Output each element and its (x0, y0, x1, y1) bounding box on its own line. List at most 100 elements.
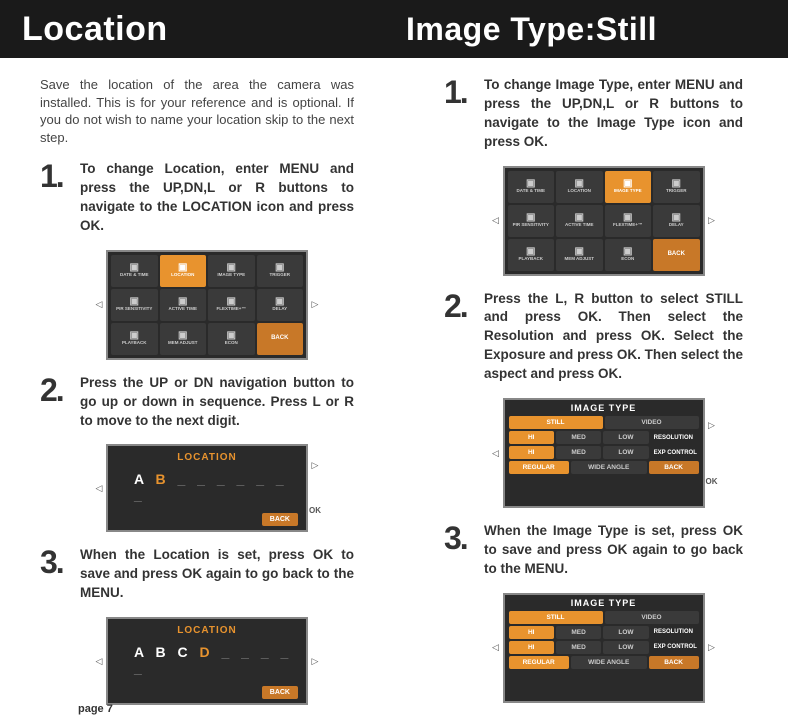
row-label: EXP CONTROL (651, 450, 699, 456)
step-2-right: 2. Press the L, R button to select STILL… (444, 290, 743, 384)
device-figure-location-entry-2: ◁ LOCATION A B C D _ _ _ _ _ BACK ▷ (92, 617, 322, 705)
menu-cell[interactable]: ▣PLAYBACK (508, 239, 555, 271)
step-1-right: 1. To change Image Type, enter MENU and … (444, 76, 743, 152)
row-label: EXP CONTROL (651, 644, 699, 650)
device-figure-image-type: ◁ IMAGE TYPE STILLVIDEO HIMEDLOWRESOLUTION… (489, 398, 719, 508)
section-title-image-type: Image Type:Still (394, 0, 788, 58)
option[interactable]: HI (509, 446, 554, 459)
step-text: When the Location is set, press OK to sa… (80, 546, 354, 603)
menu-cell[interactable]: ▣LOCATION (160, 255, 207, 287)
device-figure-menu: ◁ ▣DATE & TIME▣LOCATION▣IMAGE TYPE▣TRIGG… (92, 250, 322, 360)
step-text: To change Image Type, enter MENU and pre… (484, 76, 743, 152)
right-edge: ▷ (308, 250, 322, 360)
step-2-left: 2. Press the UP or DN navigation button … (40, 374, 354, 431)
back-button[interactable]: BACK (262, 686, 298, 699)
menu-cell[interactable]: BACK (257, 323, 304, 355)
option-still[interactable]: STILL (509, 416, 603, 429)
option[interactable]: MED (556, 641, 601, 654)
option[interactable]: LOW (603, 446, 648, 459)
menu-cell[interactable]: ▣FLEXTIME+™ (208, 289, 255, 321)
screen-title: IMAGE TYPE (509, 403, 699, 413)
step-text: When the Image Type is set, press OK to … (484, 522, 743, 579)
back-button[interactable]: BACK (262, 513, 298, 526)
step-number: 1. (40, 160, 80, 236)
menu-cell[interactable]: ▣TRIGGER (653, 171, 700, 203)
right-edge: ▷OK (705, 398, 719, 508)
right-edge: ▷ (705, 593, 719, 703)
menu-cell[interactable]: ▣ACTIVE TIME (556, 205, 603, 237)
left-edge: ◁ (489, 398, 503, 508)
menu-cell[interactable]: ▣LOCATION (556, 171, 603, 203)
row-label: RESOLUTION (651, 435, 699, 441)
device-figure-location-entry: ◁ LOCATION A B _ _ _ _ _ _ _ BACK ▷OK (92, 444, 322, 532)
menu-cell[interactable]: ▣IMAGE TYPE (208, 255, 255, 287)
location-chars: A B C D _ _ _ _ _ (134, 644, 298, 676)
screen-title: LOCATION (116, 625, 298, 636)
option[interactable]: HI (509, 431, 554, 444)
step-1-left: 1. To change Location, enter MENU and pr… (40, 160, 354, 236)
option[interactable]: LOW (603, 626, 648, 639)
page-number: page 7 (78, 703, 113, 715)
option[interactable]: WIDE ANGLE (571, 461, 647, 474)
section-title-location: Location (0, 0, 394, 58)
back-button[interactable]: BACK (649, 656, 699, 669)
menu-cell[interactable]: BACK (653, 239, 700, 271)
right-edge: ▷ (705, 166, 719, 276)
menu-cell[interactable]: ▣ECON (605, 239, 652, 271)
step-number: 1. (444, 76, 484, 152)
right-edge: ▷OK (308, 444, 322, 532)
step-3-right: 3. When the Image Type is set, press OK … (444, 522, 743, 579)
back-button[interactable]: BACK (649, 461, 699, 474)
menu-cell[interactable]: ▣FLEXTIME+™ (605, 205, 652, 237)
option[interactable]: MED (556, 626, 601, 639)
intro-text: Save the location of the area the camera… (40, 76, 354, 146)
left-edge: ◁ (489, 593, 503, 703)
step-number: 3. (444, 522, 484, 579)
step-text: Press the L, R button to select STILL an… (484, 290, 743, 384)
menu-cell[interactable]: ▣DELAY (653, 205, 700, 237)
step-text: To change Location, enter MENU and press… (80, 160, 354, 236)
menu-cell[interactable]: ▣MEM ADJUST (160, 323, 207, 355)
option[interactable]: LOW (603, 641, 648, 654)
menu-cell[interactable]: ▣PIR SENSITIVITY (508, 205, 555, 237)
option[interactable]: REGULAR (509, 461, 569, 474)
step-number: 2. (40, 374, 80, 431)
option-video[interactable]: VIDEO (605, 611, 699, 624)
left-edge: ◁ (92, 444, 106, 532)
step-3-left: 3. When the Location is set, press OK to… (40, 546, 354, 603)
step-number: 2. (444, 290, 484, 384)
menu-cell[interactable]: ▣TRIGGER (257, 255, 304, 287)
location-chars: A B _ _ _ _ _ _ _ (134, 471, 298, 503)
left-edge: ◁ (92, 250, 106, 360)
option-still[interactable]: STILL (509, 611, 603, 624)
menu-cell[interactable]: ▣ACTIVE TIME (160, 289, 207, 321)
left-edge: ◁ (489, 166, 503, 276)
screen-title: IMAGE TYPE (509, 598, 699, 608)
menu-cell[interactable]: ▣DATE & TIME (111, 255, 158, 287)
menu-cell[interactable]: ▣DATE & TIME (508, 171, 555, 203)
menu-cell[interactable]: ▣PIR SENSITIVITY (111, 289, 158, 321)
right-edge: ▷ (308, 617, 322, 705)
device-figure-menu: ◁ ▣DATE & TIME▣LOCATION▣IMAGE TYPE▣TRIGG… (489, 166, 719, 276)
option[interactable]: HI (509, 641, 554, 654)
option[interactable]: WIDE ANGLE (571, 656, 647, 669)
step-text: Press the UP or DN navigation button to … (80, 374, 354, 431)
ok-label: OK (309, 506, 321, 515)
menu-cell[interactable]: ▣ECON (208, 323, 255, 355)
menu-cell[interactable]: ▣PLAYBACK (111, 323, 158, 355)
left-edge: ◁ (92, 617, 106, 705)
step-number: 3. (40, 546, 80, 603)
ok-label: OK (706, 477, 718, 486)
option-video[interactable]: VIDEO (605, 416, 699, 429)
option[interactable]: LOW (603, 431, 648, 444)
row-label: RESOLUTION (651, 629, 699, 635)
option[interactable]: MED (556, 446, 601, 459)
device-figure-image-type-2: ◁ IMAGE TYPE STILLVIDEO HIMEDLOWRESOLUTION… (489, 593, 719, 703)
menu-cell[interactable]: ▣MEM ADJUST (556, 239, 603, 271)
option[interactable]: MED (556, 431, 601, 444)
menu-cell[interactable]: ▣IMAGE TYPE (605, 171, 652, 203)
option[interactable]: REGULAR (509, 656, 569, 669)
menu-cell[interactable]: ▣DELAY (257, 289, 304, 321)
option[interactable]: HI (509, 626, 554, 639)
screen-title: LOCATION (116, 452, 298, 463)
